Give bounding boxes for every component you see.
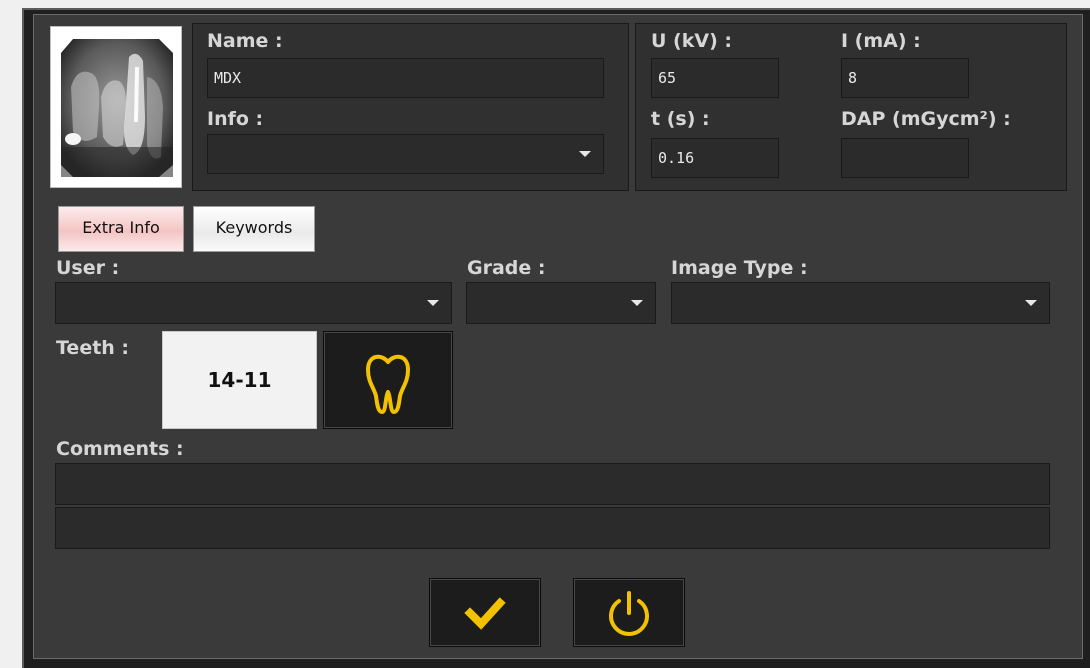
teeth-label: Teeth :	[56, 337, 130, 359]
image-type-dropdown[interactable]	[671, 282, 1050, 324]
chevron-down-icon	[579, 151, 591, 157]
info-dropdown[interactable]	[207, 134, 604, 174]
tab-extra-info[interactable]: Extra Info	[58, 206, 184, 252]
tooth-chart-button[interactable]	[323, 331, 453, 429]
comments-label: Comments :	[56, 438, 184, 460]
teeth-value-box[interactable]: 14-11	[162, 331, 317, 429]
comments-line-1[interactable]	[55, 463, 1050, 505]
chevron-down-icon	[1025, 300, 1037, 306]
power-button[interactable]	[573, 578, 685, 647]
grade-dropdown[interactable]	[466, 282, 656, 324]
chevron-down-icon	[427, 300, 439, 306]
tooth-icon	[366, 354, 410, 414]
t-s-label: t (s) :	[651, 108, 710, 130]
teeth-value: 14-11	[207, 368, 272, 392]
t-s-field[interactable]: 0.16	[651, 138, 779, 178]
name-label: Name :	[207, 30, 283, 52]
confirm-button[interactable]	[429, 578, 541, 647]
xray-image	[61, 39, 173, 177]
checkmark-icon	[464, 597, 506, 630]
comments-line-2[interactable]	[55, 507, 1050, 549]
tab-keywords[interactable]: Keywords	[193, 206, 315, 252]
dap-field[interactable]	[841, 138, 969, 178]
name-input[interactable]: MDX	[207, 58, 604, 98]
xray-thumbnail[interactable]	[50, 26, 182, 188]
image-type-label: Image Type :	[671, 257, 808, 279]
grade-label: Grade :	[467, 257, 546, 279]
power-icon	[609, 591, 649, 636]
u-kv-label: U (kV) :	[651, 30, 732, 52]
user-dropdown[interactable]	[55, 282, 452, 324]
u-kv-field[interactable]: 65	[651, 58, 779, 98]
dap-label: DAP (mGycm²) :	[841, 108, 1011, 130]
user-label: User :	[56, 257, 120, 279]
i-ma-field[interactable]: 8	[841, 58, 969, 98]
chevron-down-icon	[631, 300, 643, 306]
i-ma-label: I (mA) :	[841, 30, 921, 52]
info-label: Info :	[207, 108, 264, 130]
